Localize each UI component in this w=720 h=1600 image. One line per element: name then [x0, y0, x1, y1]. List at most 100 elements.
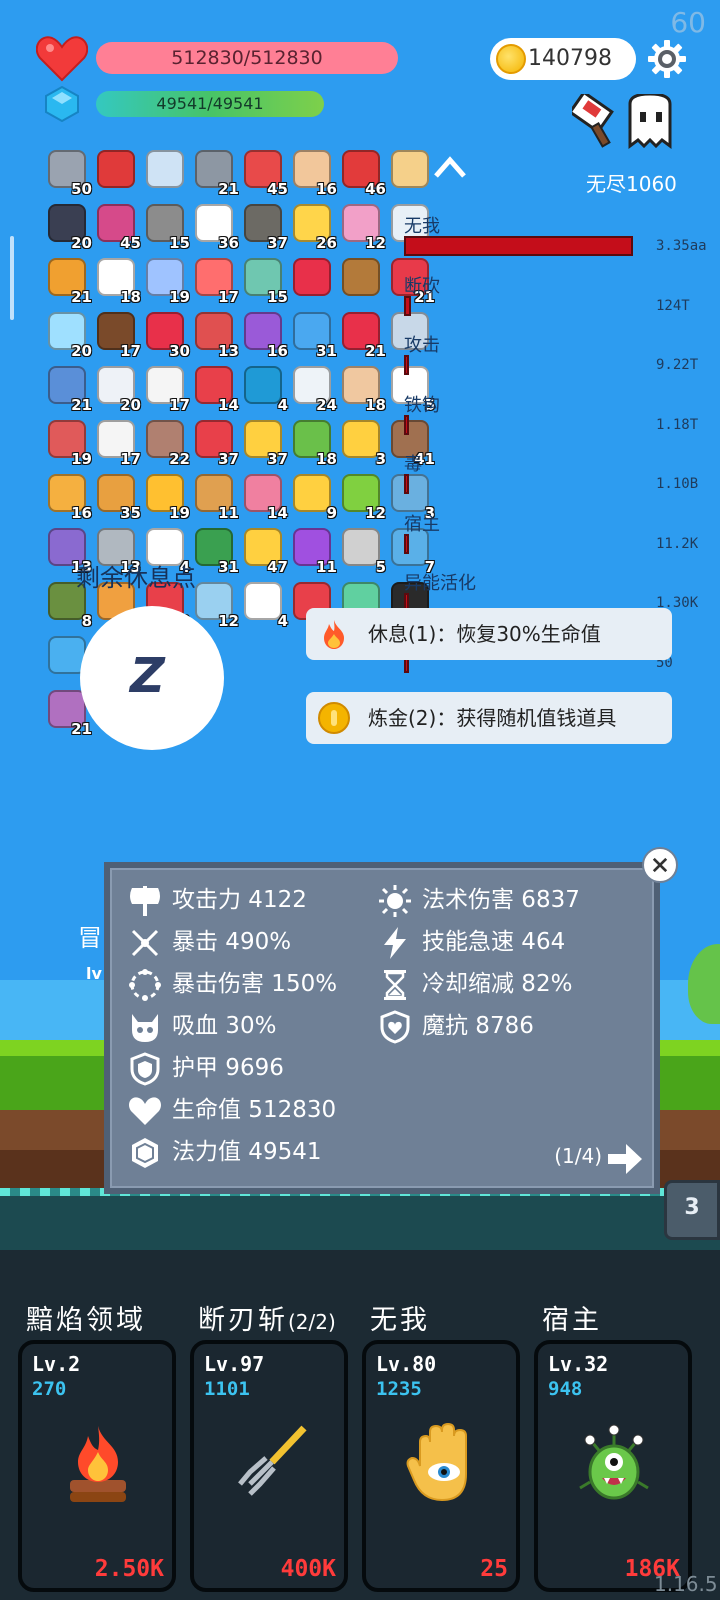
skill-level: Lv.80	[376, 1352, 437, 1376]
alchemy-choice-button[interactable]: 炼金(2)：获得随机值钱道具	[306, 692, 672, 744]
inventory-item[interactable]: 11	[191, 472, 239, 522]
inventory-item[interactable]: 12	[338, 472, 386, 522]
damage-bar	[404, 295, 411, 316]
inventory-item[interactable]: 19	[44, 418, 92, 468]
inventory-item[interactable]: 17	[191, 256, 239, 306]
scrollbar[interactable]	[10, 236, 14, 320]
inventory-item[interactable]: 21	[338, 310, 386, 360]
inventory-item[interactable]: 19	[142, 472, 190, 522]
item-count: 24	[316, 396, 337, 414]
inventory-item[interactable]: 9	[289, 472, 337, 522]
item-count: 45	[120, 234, 141, 252]
inventory-item[interactable]: 17	[142, 364, 190, 414]
inventory-item[interactable]: 17	[93, 418, 141, 468]
inventory-item[interactable]: 4	[240, 580, 288, 630]
inventory-item[interactable]: 14	[191, 364, 239, 414]
mp-text: 49541/49541	[156, 94, 264, 113]
inventory-item[interactable]: 20	[44, 202, 92, 252]
inventory-item[interactable]: 37	[240, 202, 288, 252]
magic-shield-icon	[380, 1010, 410, 1044]
inventory-item[interactable]: 30	[142, 310, 190, 360]
inventory-item[interactable]: 15	[142, 202, 190, 252]
item-count: 18	[120, 288, 141, 306]
mana-gem-icon	[45, 86, 79, 122]
inventory-item[interactable]	[387, 148, 431, 192]
inventory-item[interactable]: 15	[240, 256, 288, 306]
inventory-item[interactable]: 37	[240, 418, 288, 468]
item-count: 20	[71, 234, 92, 252]
mp-bar: 49541/49541	[96, 91, 324, 117]
inventory-item[interactable]: 19	[142, 256, 190, 306]
arrow-right-icon[interactable]	[606, 1142, 644, 1176]
coin-amount: 140798	[528, 46, 612, 71]
item-count: 19	[71, 450, 92, 468]
inventory-item[interactable]: 31	[289, 310, 337, 360]
damage-bar	[404, 474, 409, 494]
inventory-item[interactable]: 50	[44, 148, 92, 198]
inventory-item[interactable]: 13	[191, 310, 239, 360]
inventory-item[interactable]: 14	[240, 472, 288, 522]
skill-card-4[interactable]: Lv.32 948 186K	[534, 1340, 692, 1592]
inventory-item[interactable]	[142, 148, 186, 192]
inventory-item[interactable]: 47	[240, 526, 288, 576]
close-icon[interactable]	[642, 847, 678, 883]
inventory-item[interactable]: 20	[93, 364, 141, 414]
inventory-item[interactable]	[289, 256, 333, 300]
alchemy-choice-label: 炼金(2)：获得随机值钱道具	[368, 706, 617, 730]
skill-cost: 2.50K	[94, 1556, 164, 1582]
inventory-item[interactable]: 18	[289, 418, 337, 468]
inventory-item[interactable]: 11	[289, 526, 337, 576]
scroll-icon	[391, 150, 429, 188]
rest-choice-button[interactable]: 休息(1)：恢复30%生命值	[306, 608, 672, 660]
item-count: 16	[316, 180, 337, 198]
inventory-item[interactable]: 21	[44, 256, 92, 306]
skill-level: Lv.32	[548, 1352, 609, 1376]
item-count: 31	[316, 342, 337, 360]
inventory-item[interactable]: 36	[191, 202, 239, 252]
skill-card-1[interactable]: Lv.2 270 2.50K	[18, 1340, 176, 1592]
inventory-item[interactable]: 18	[338, 364, 386, 414]
item-count: 11	[218, 504, 239, 522]
ruby-icon	[293, 258, 331, 296]
treasure-chest-icon	[342, 258, 380, 296]
inventory-item[interactable]: 26	[289, 202, 337, 252]
inventory-item[interactable]: 18	[93, 256, 141, 306]
inventory-item[interactable]: 35	[93, 472, 141, 522]
inventory-item[interactable]: 17	[93, 310, 141, 360]
inventory-item[interactable]: 16	[44, 472, 92, 522]
inventory-item[interactable]: 21	[191, 148, 239, 198]
crit-icon	[131, 929, 159, 957]
inventory-item[interactable]: 12	[338, 202, 386, 252]
coin-counter: 140798	[490, 38, 636, 80]
inventory-item[interactable]: 24	[289, 364, 337, 414]
item-count: 14	[218, 396, 239, 414]
inventory-item[interactable]: 16	[289, 148, 337, 198]
inventory-item[interactable]: 5	[338, 526, 386, 576]
inventory-item[interactable]: 3	[338, 418, 386, 468]
chevron-up-icon[interactable]	[432, 152, 468, 182]
item-count: 14	[267, 504, 288, 522]
item-count: 26	[316, 234, 337, 252]
side-tab-button[interactable]: 3	[664, 1180, 720, 1240]
inventory-item[interactable]: 16	[240, 310, 288, 360]
inventory-item[interactable]: 46	[338, 148, 386, 198]
item-count: 4	[277, 612, 288, 630]
inventory-item[interactable]: 45	[93, 202, 141, 252]
inventory-item[interactable]: 45	[240, 148, 288, 198]
gear-icon[interactable]	[648, 40, 686, 78]
inventory-item[interactable]: 31	[191, 526, 239, 576]
skill-card-2[interactable]: Lv.97 1101 400K	[190, 1340, 348, 1592]
inventory-item[interactable]: 4	[240, 364, 288, 414]
skill-card-3[interactable]: Lv.80 1235 25	[362, 1340, 520, 1592]
inventory-item[interactable]: 22	[142, 418, 190, 468]
inventory-item[interactable]: 21	[44, 364, 92, 414]
inventory-item[interactable]: 37	[191, 418, 239, 468]
eye-hand-icon	[406, 1422, 467, 1502]
item-count: 17	[169, 396, 190, 414]
inventory-item[interactable]	[338, 256, 382, 300]
item-count: 36	[218, 234, 239, 252]
inventory-item[interactable]	[93, 148, 137, 192]
inventory-item[interactable]: 12	[191, 580, 239, 630]
damage-bar	[404, 533, 409, 554]
inventory-item[interactable]: 20	[44, 310, 92, 360]
